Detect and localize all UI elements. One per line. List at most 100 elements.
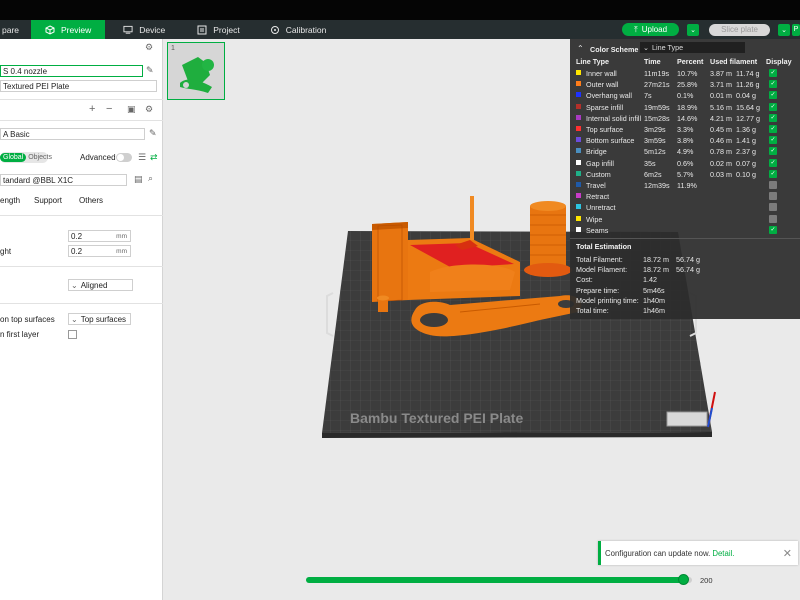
filament-gear-icon[interactable]: ⚙	[145, 104, 153, 115]
line-type-time: 35s	[644, 158, 656, 168]
line-type-name: Overhang wall	[586, 91, 632, 101]
display-checkbox[interactable]: ✓	[769, 169, 777, 178]
seam-position-select[interactable]: ⌄ Aligned	[68, 279, 133, 291]
param-row-2: ght 0.2 mm	[0, 245, 163, 258]
layer-slider[interactable]	[306, 574, 692, 585]
estimation-label: Model Filament:	[576, 265, 628, 275]
param-2-input[interactable]: 0.2 mm	[68, 245, 131, 257]
upload-dropdown-button[interactable]: ⌄	[687, 23, 700, 36]
display-checkbox[interactable]: ✓	[769, 225, 777, 234]
edit-icon[interactable]: ✎	[146, 65, 154, 76]
plus-icon[interactable]: +	[89, 103, 95, 115]
display-checkbox[interactable]: ✓	[769, 125, 777, 133]
tab-calibration[interactable]: Calibration	[252, 20, 339, 39]
plate-clip-left	[326, 292, 334, 337]
printer-select[interactable]: S 0.4 nozzle	[0, 65, 143, 77]
model-peg	[377, 295, 389, 312]
display-checkbox[interactable]: ✓	[769, 136, 777, 145]
color-scheme-select[interactable]: ⌄ Line Type	[640, 42, 745, 53]
line-type-weight: 1.41 g	[736, 136, 756, 146]
objects-label: Objects	[28, 154, 52, 161]
advanced-toggle[interactable]	[116, 153, 132, 162]
collapse-icon[interactable]: ⌃	[577, 44, 584, 53]
line-type-percent: 18.9%	[677, 102, 698, 112]
param-1-input[interactable]: 0.2 mm	[68, 230, 131, 242]
minus-icon[interactable]: −	[106, 103, 112, 115]
first-layer-checkbox[interactable]	[68, 330, 77, 339]
calibration-icon	[270, 25, 280, 35]
tab-prepare[interactable]: pare	[0, 20, 31, 39]
save-icon[interactable]: ▤	[134, 174, 143, 185]
color-swatch	[576, 103, 581, 109]
tab-support[interactable]: Support	[34, 196, 62, 205]
compare-icon[interactable]: ⇄	[150, 152, 158, 163]
estimation-row: Cost: 1.42	[570, 275, 800, 285]
ironing-row: on top surfaces ⌄ Top surfaces	[0, 313, 163, 326]
line-type-percent: 3.8%	[677, 136, 694, 146]
upload-label: Upload	[641, 25, 668, 34]
display-checkbox[interactable]: ✓	[769, 102, 777, 111]
line-type-name: Inner wall	[586, 69, 617, 78]
display-checkbox[interactable]	[769, 214, 777, 223]
seam-row: ⌄ Aligned	[0, 279, 163, 292]
line-type-length: 3.87 m	[710, 69, 732, 78]
line-type-name: Internal solid infill	[586, 113, 642, 123]
ironing-value: Top surfaces	[80, 314, 127, 324]
plate-thumbnail[interactable]: 1	[167, 42, 225, 100]
col-percent: Percent	[677, 57, 704, 66]
display-checkbox[interactable]: ✓	[769, 91, 777, 100]
global-objects-toggle[interactable]: Global Objects	[0, 152, 52, 163]
process-select[interactable]: tandard @BBL X1C	[0, 174, 127, 186]
display-checkbox[interactable]: ✓	[769, 158, 777, 167]
tab-project[interactable]: Project	[177, 20, 251, 39]
line-type-percent: 0.6%	[677, 158, 694, 168]
sync-ams-icon[interactable]: ▣	[127, 104, 136, 115]
tab-strength[interactable]: ength	[0, 196, 20, 205]
estimation-row: Model printing time: 1h40m	[570, 296, 800, 306]
display-checkbox[interactable]	[769, 203, 777, 212]
line-type-length: 0.01 m	[710, 91, 732, 101]
close-icon[interactable]: ✕	[783, 547, 792, 560]
line-type-row: Unretract	[570, 202, 800, 213]
estimation-label: Total time:	[576, 306, 609, 315]
tab-others[interactable]: Others	[79, 196, 103, 205]
param-2-label: ght	[0, 247, 12, 256]
gear-icon[interactable]: ⚙	[145, 42, 153, 53]
ironing-select[interactable]: ⌄ Top surfaces	[68, 313, 131, 325]
filament-edit-icon[interactable]: ✎	[149, 128, 157, 139]
display-checkbox[interactable]: ✓	[769, 69, 777, 77]
printer-header: ⚙	[0, 42, 163, 54]
upload-button[interactable]: ⤒ Upload	[622, 23, 680, 36]
notification-detail-link[interactable]: Detail.	[712, 549, 734, 558]
color-swatch	[576, 170, 581, 176]
line-type-weight: 0.04 g	[736, 91, 756, 101]
filament-select[interactable]: A Basic	[0, 128, 145, 140]
plate-label: Bambu Textured PEI Plate	[350, 410, 523, 426]
display-checkbox[interactable]: ✓	[769, 147, 777, 156]
filament-row: A Basic ✎	[0, 127, 163, 141]
print-plate-button[interactable]: P	[792, 23, 800, 36]
line-type-row: Retract	[570, 191, 800, 202]
line-type-weight: 0.07 g	[736, 158, 756, 168]
line-type-percent: 11.9%	[677, 181, 697, 190]
display-checkbox[interactable]	[769, 181, 777, 189]
line-type-time: 7s	[644, 91, 652, 101]
chevron-down-icon: ⌄	[690, 26, 697, 34]
plate-type-select[interactable]: Textured PEI Plate	[0, 80, 157, 92]
line-type-row: Bottom surface 3m59s 3.8% 0.46 m 1.41 g ✓	[570, 135, 800, 146]
display-checkbox[interactable]	[769, 192, 777, 201]
display-checkbox[interactable]: ✓	[769, 80, 777, 89]
estimation-value: 1h40m	[643, 295, 665, 305]
tab-device[interactable]: Device	[105, 20, 177, 39]
search-icon[interactable]: ⌕	[148, 173, 153, 184]
line-type-row: Outer wall 27m21s 25.8% 3.71 m 11.26 g ✓	[570, 79, 800, 90]
estimation-label: Prepare time:	[576, 285, 620, 295]
tab-preview[interactable]: Preview	[31, 20, 106, 39]
line-type-row: Wipe	[570, 214, 800, 225]
line-type-row: Custom 6m2s 5.7% 0.03 m 0.10 g ✓	[570, 169, 800, 180]
slice-plate-button[interactable]: Slice plate	[709, 23, 770, 36]
list-icon[interactable]: ☰	[138, 152, 146, 163]
print-dropdown-button[interactable]: ⌄	[778, 23, 790, 36]
display-checkbox[interactable]: ✓	[769, 113, 777, 122]
line-type-time: 19m59s	[644, 102, 670, 112]
